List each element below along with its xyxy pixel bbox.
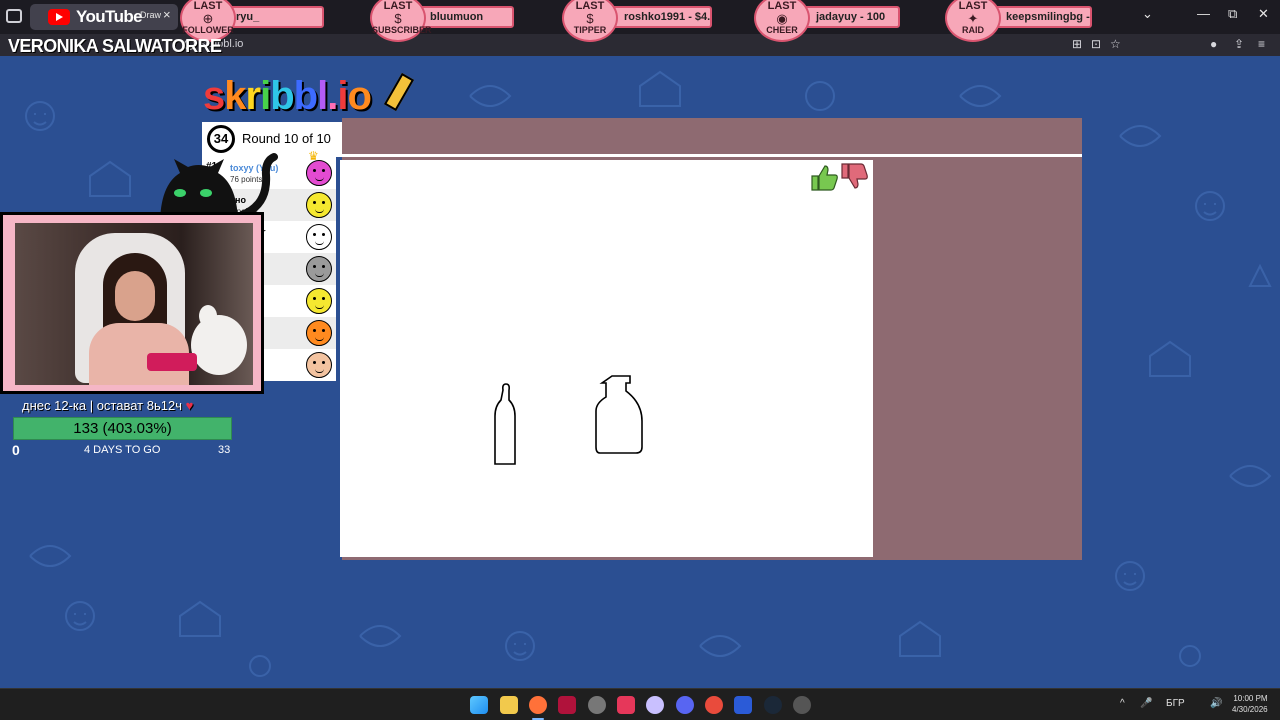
volume-icon[interactable]: 🔊 — [1210, 698, 1222, 709]
firefox-icon[interactable] — [529, 696, 547, 714]
last-follower-value: ryu_ — [226, 6, 324, 28]
app-icon[interactable] — [558, 696, 576, 714]
restore-button[interactable]: ⧉ — [1228, 6, 1237, 22]
player-avatar-icon — [306, 256, 332, 282]
logo-letter: k — [224, 74, 246, 118]
youtube-logo-icon — [48, 9, 70, 25]
logo-letter: s — [203, 74, 225, 118]
system-clock[interactable]: 10:00 PM 4/30/2026 — [1232, 693, 1268, 715]
start-icon[interactable] — [470, 696, 488, 714]
crown-icon: ♛ — [308, 149, 319, 163]
logo-letter: i — [260, 74, 271, 118]
goal-max: 33 — [218, 444, 231, 456]
steam-icon[interactable] — [764, 696, 782, 714]
last-raid-value: keepsmilingbg - 2 — [992, 6, 1092, 28]
app-icon[interactable] — [646, 696, 664, 714]
player-avatar-icon — [306, 352, 332, 378]
cheer-icon: ◉ — [776, 11, 788, 26]
last-cheer-value: jadayuy - 100 — [800, 6, 900, 28]
discord-icon[interactable] — [676, 696, 694, 714]
goal-label: днес 12-ка | остават 8ь12ч ♥ — [22, 398, 194, 413]
extensions-icon[interactable]: ⇪ — [1234, 37, 1244, 51]
logo-letter: . — [327, 74, 338, 118]
logo-letter: r — [245, 74, 262, 118]
logo-letter: b — [270, 74, 294, 118]
goal-days-remaining: 4 DAYS TO GO — [84, 444, 161, 456]
goal-progress-bar: 133 (403.03%) — [13, 417, 232, 440]
obs-icon[interactable] — [588, 696, 606, 714]
app-icon[interactable] — [705, 696, 723, 714]
reader-view-icon[interactable]: ⊞ — [1072, 37, 1082, 51]
player-avatar-icon — [306, 320, 332, 346]
tab-list-icon[interactable] — [6, 9, 22, 23]
close-window-button[interactable]: ✕ — [1258, 6, 1269, 22]
thumbs-down-icon[interactable] — [838, 162, 868, 192]
webcam-video — [15, 223, 253, 385]
app-icon[interactable] — [734, 696, 752, 714]
logo-letter: o — [347, 74, 371, 118]
plush-toy — [191, 315, 247, 375]
menu-icon[interactable]: ≡ — [1258, 37, 1265, 51]
drawing-strokes — [494, 375, 643, 465]
drawing-canvas[interactable] — [340, 160, 873, 557]
streamer-name: VERONIKA SALWATORRE — [8, 36, 222, 56]
logo-letter: l — [317, 74, 328, 118]
streamer-face — [115, 271, 155, 321]
heart-icon: ♥ — [185, 398, 194, 413]
dollar-icon: $ — [394, 11, 402, 26]
account-icon[interactable]: ● — [1210, 37, 1217, 51]
youtube-logo-text: YouTube — [76, 7, 143, 26]
app-icon[interactable] — [617, 696, 635, 714]
media-player-icon[interactable] — [793, 696, 811, 714]
translate-icon[interactable]: ⊡ — [1091, 37, 1101, 51]
file-explorer-icon[interactable] — [500, 696, 518, 714]
goal-min: 0 — [12, 442, 20, 458]
microphone-tray-icon[interactable]: 🎤 — [1140, 698, 1152, 709]
microphone-icon — [147, 353, 197, 371]
logo-letter: i — [337, 74, 348, 118]
tray-chevron-icon[interactable]: ^ — [1120, 698, 1125, 709]
raid-icon: ✦ — [967, 11, 979, 26]
follower-icon: ⊕ — [202, 11, 214, 26]
round-indicator: Round 10 of 10 — [242, 131, 331, 146]
dollar-icon: $ — [586, 11, 594, 26]
player-avatar-icon — [306, 224, 332, 250]
logo-letter: b — [293, 74, 318, 118]
tab-close-icon[interactable]: × — [163, 7, 171, 22]
player-avatar-icon — [306, 192, 332, 218]
last-tipper-value: roshko1991 - $4.2 — [608, 6, 712, 28]
thumbs-up-icon[interactable] — [808, 162, 838, 192]
tab-dropdown-icon[interactable]: ⌄ — [1142, 6, 1153, 22]
player-avatar-icon — [306, 160, 332, 186]
player-avatar-icon — [306, 288, 332, 314]
language-indicator[interactable]: БГР — [1166, 698, 1185, 709]
webcam-overlay — [0, 212, 264, 394]
windows-taskbar: ^ 🎤 БГР 🔊 10:00 PM 4/30/2026 — [0, 688, 1280, 720]
minimize-button[interactable]: — — [1197, 6, 1210, 21]
skribbl-logo[interactable]: skribbl.io — [203, 74, 372, 119]
bookmark-star-icon[interactable]: ☆ — [1110, 37, 1121, 51]
tab-title: Draw — [140, 10, 162, 20]
